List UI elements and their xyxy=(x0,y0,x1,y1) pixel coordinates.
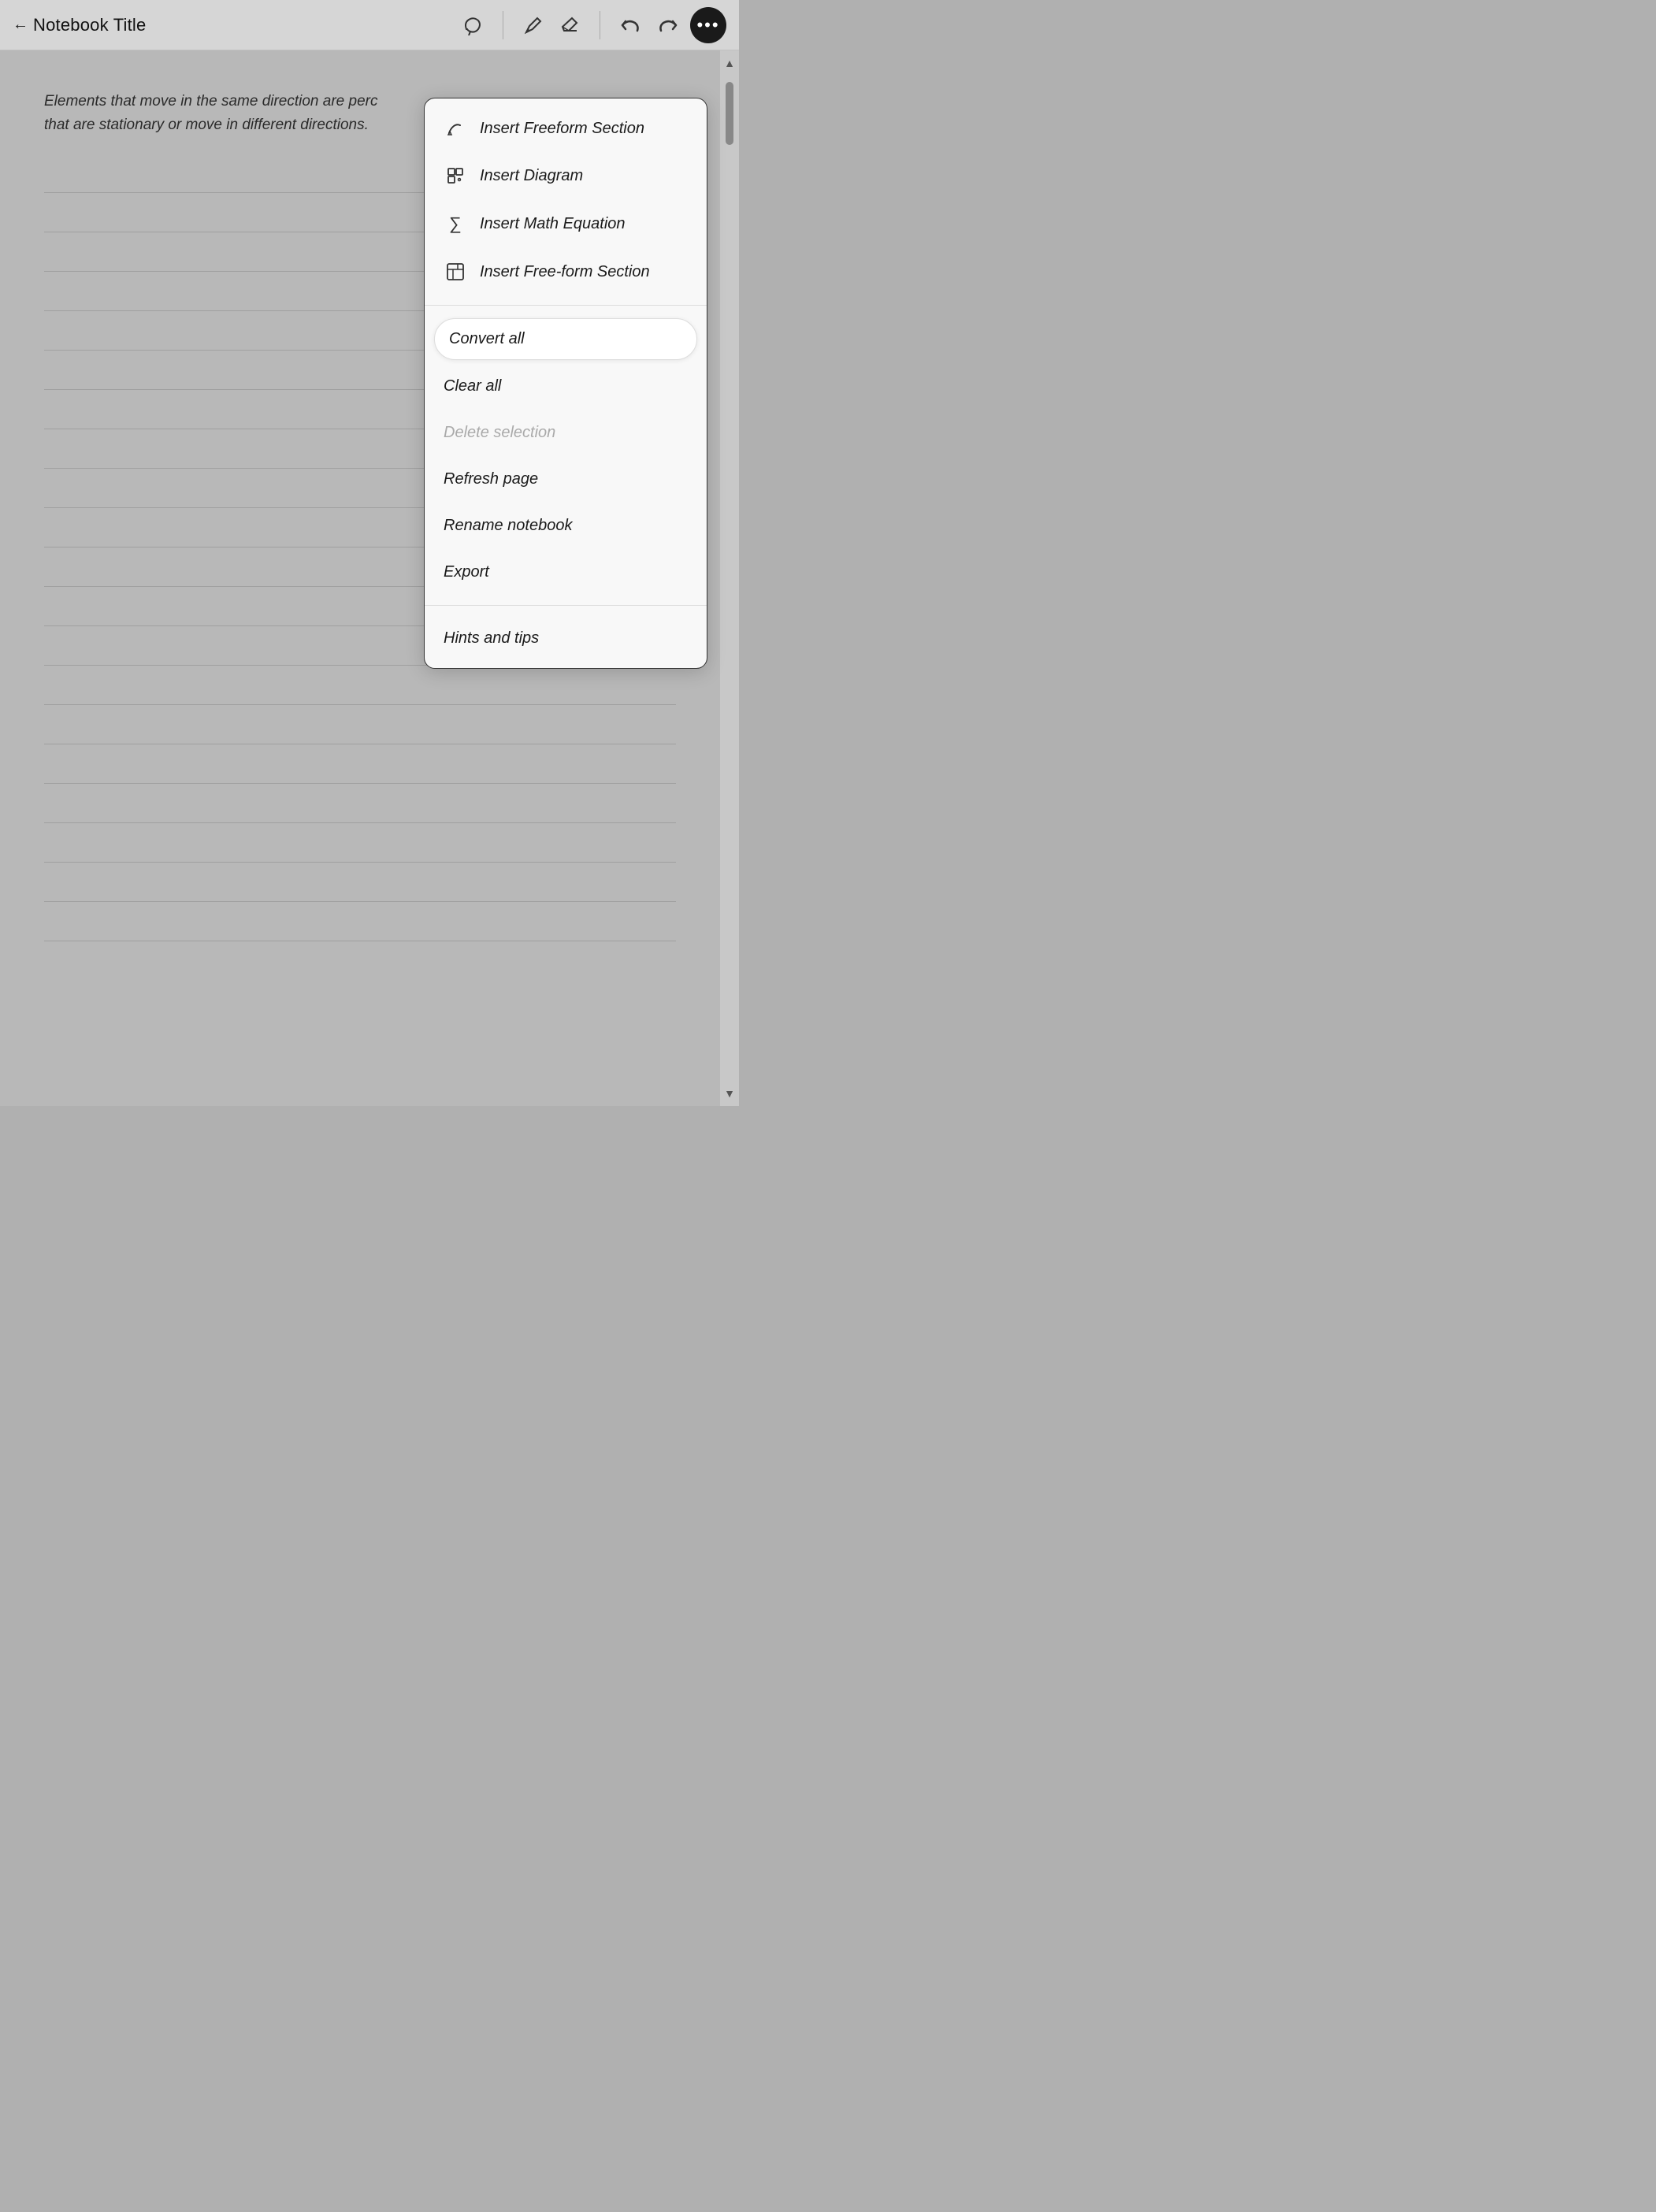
notebook-line xyxy=(44,705,676,744)
menu-item-clear-all[interactable]: Clear all xyxy=(425,363,707,410)
toolbar-drawing-tools xyxy=(518,9,585,41)
page-area: Elements that move in the same direction… xyxy=(0,50,739,1106)
menu-item-hints-tips[interactable]: Hints and tips xyxy=(425,615,707,662)
undo-icon xyxy=(620,15,640,35)
menu-item-insert-freeform-section[interactable]: Insert Free-form Section xyxy=(425,248,707,295)
redo-icon xyxy=(658,15,678,35)
freeform-section-icon xyxy=(444,262,467,281)
menu-item-insert-diagram[interactable]: Insert Diagram xyxy=(425,152,707,199)
menu-item-label: Export xyxy=(444,563,489,581)
menu-divider-2 xyxy=(425,605,707,606)
scroll-down-button[interactable]: ▼ xyxy=(720,1081,739,1106)
menu-item-insert-math[interactable]: ∑ Insert Math Equation xyxy=(425,199,707,248)
menu-item-label: Insert Freeform Section xyxy=(480,120,644,138)
menu-item-label: Insert Free-form Section xyxy=(480,263,650,281)
menu-item-label: Clear all xyxy=(444,377,501,395)
menu-item-label: Insert Math Equation xyxy=(480,215,626,233)
lasso-tool-button[interactable] xyxy=(457,9,488,41)
scroll-thumb[interactable] xyxy=(726,82,733,145)
page-text-content-2: that are stationary or move in different… xyxy=(44,117,369,133)
diagram-icon xyxy=(444,166,467,185)
menu-item-label: Insert Diagram xyxy=(480,167,583,185)
menu-item-refresh-page[interactable]: Refresh page xyxy=(425,456,707,503)
scroll-up-button[interactable]: ▲ xyxy=(720,50,739,76)
menu-divider-1 xyxy=(425,305,707,306)
pen-icon xyxy=(523,15,544,35)
menu-section-insert: Insert Freeform Section Insert Diagram ∑… xyxy=(425,98,707,302)
notebook-line xyxy=(44,784,676,823)
menu-item-label: Rename notebook xyxy=(444,517,572,535)
undo-button[interactable] xyxy=(615,9,646,41)
back-button[interactable]: ← Notebook Title xyxy=(13,15,146,35)
menu-item-label: Hints and tips xyxy=(444,629,539,648)
toolbar: ← Notebook Title xyxy=(0,0,739,50)
more-options-button[interactable]: ••• xyxy=(690,7,726,43)
menu-item-convert-all[interactable]: Convert all xyxy=(434,318,697,360)
page-text-content: Elements that move in the same direction… xyxy=(44,93,377,109)
notebook-line xyxy=(44,902,676,941)
menu-section-actions: Convert all Clear all Delete selection R… xyxy=(425,309,707,602)
notebook-title: Notebook Title xyxy=(33,15,146,35)
more-dots-icon: ••• xyxy=(696,15,719,35)
notebook-line xyxy=(44,863,676,902)
toolbar-left: ← Notebook Title xyxy=(13,15,447,35)
menu-item-export[interactable]: Export xyxy=(425,549,707,596)
menu-item-label: Refresh page xyxy=(444,470,538,488)
notebook-line xyxy=(44,823,676,863)
menu-item-rename-notebook[interactable]: Rename notebook xyxy=(425,503,707,549)
eraser-icon xyxy=(559,15,580,35)
notebook-line xyxy=(44,666,676,705)
eraser-tool-button[interactable] xyxy=(554,9,585,41)
pen-tool-button[interactable] xyxy=(518,9,549,41)
notebook-line xyxy=(44,744,676,784)
menu-item-label: Convert all xyxy=(449,330,525,348)
menu-item-delete-selection: Delete selection xyxy=(425,410,707,456)
back-arrow-icon: ← xyxy=(13,16,28,34)
menu-section-hints: Hints and tips xyxy=(425,609,707,668)
dropdown-menu: Insert Freeform Section Insert Diagram ∑… xyxy=(424,98,707,669)
lasso-icon xyxy=(462,15,483,35)
freeform-icon xyxy=(444,119,467,138)
scrollbar-track[interactable]: ▲ ▼ xyxy=(720,50,739,1106)
toolbar-center xyxy=(457,9,488,41)
math-icon: ∑ xyxy=(444,213,467,234)
toolbar-right: ••• xyxy=(615,7,726,43)
redo-button[interactable] xyxy=(652,9,684,41)
menu-item-label: Delete selection xyxy=(444,424,555,442)
menu-item-insert-freeform[interactable]: Insert Freeform Section xyxy=(425,105,707,152)
